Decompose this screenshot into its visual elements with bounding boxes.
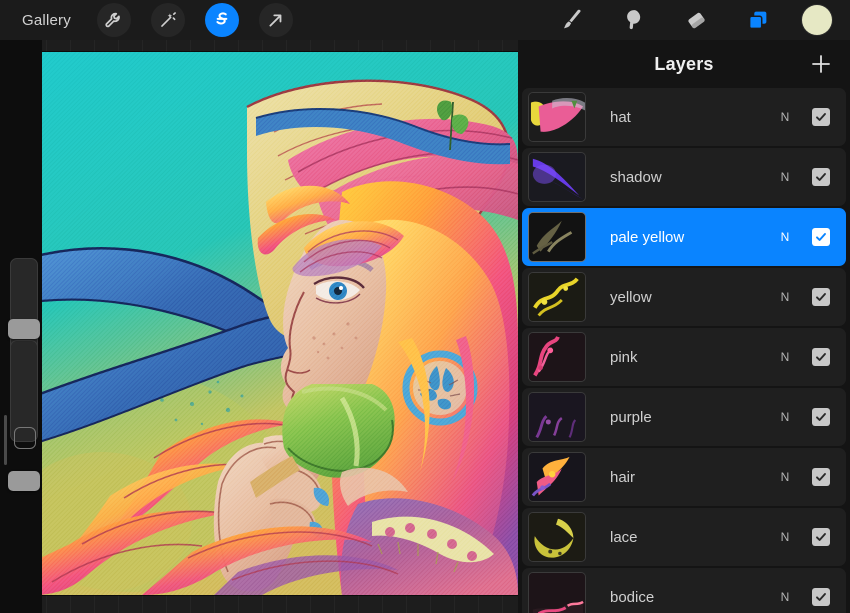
layer-blend-mode[interactable]: N: [772, 590, 798, 604]
layer-row-pink[interactable]: pink N: [522, 328, 846, 386]
sidebar-edge-tick: [4, 415, 7, 465]
actions-wrench-icon[interactable]: [96, 3, 131, 37]
left-sidebar: [0, 40, 42, 613]
selection-icon[interactable]: [204, 3, 239, 37]
layer-visibility-checkbox[interactable]: [812, 468, 830, 486]
layers-panel-title: Layers: [654, 53, 714, 74]
layer-visibility-checkbox[interactable]: [812, 588, 830, 606]
layer-thumbnail[interactable]: [528, 392, 586, 442]
layer-name[interactable]: shadow: [610, 169, 772, 186]
add-layer-button[interactable]: [806, 49, 836, 79]
layer-blend-mode[interactable]: N: [772, 170, 798, 184]
gallery-button[interactable]: Gallery: [22, 8, 81, 33]
brush-size-slider-thumb[interactable]: [8, 319, 40, 339]
layer-row-pale-yellow[interactable]: pale yellow N: [522, 208, 846, 266]
layer-thumbnail[interactable]: [528, 152, 586, 202]
canvas[interactable]: [42, 52, 518, 595]
layer-blend-mode[interactable]: N: [772, 470, 798, 484]
layer-name[interactable]: hat: [610, 109, 772, 126]
layer-visibility-checkbox[interactable]: [812, 348, 830, 366]
layer-row-hat[interactable]: hat N: [522, 88, 846, 146]
layer-thumbnail[interactable]: [528, 572, 586, 613]
layer-row-bodice[interactable]: bodice N: [522, 568, 846, 613]
toolbar-left-group: Gallery: [0, 3, 313, 37]
smudge-icon[interactable]: [614, 3, 654, 37]
layer-name[interactable]: pink: [610, 349, 772, 366]
artwork-illustration: [42, 52, 518, 595]
layer-visibility-checkbox[interactable]: [812, 408, 830, 426]
layer-name[interactable]: purple: [610, 409, 772, 426]
layer-visibility-checkbox[interactable]: [812, 528, 830, 546]
brush-opacity-slider-thumb[interactable]: [8, 471, 40, 491]
layer-visibility-checkbox[interactable]: [812, 228, 830, 246]
layer-blend-mode[interactable]: N: [772, 530, 798, 544]
layer-blend-mode[interactable]: N: [772, 350, 798, 364]
procreate-app: Gallery Layers hat N shadow N pale yello…: [0, 0, 850, 613]
layer-thumbnail[interactable]: [528, 272, 586, 322]
layer-row-yellow[interactable]: yellow N: [522, 268, 846, 326]
layer-name[interactable]: pale yellow: [610, 229, 772, 246]
layer-name[interactable]: bodice: [610, 589, 772, 606]
layer-row-purple[interactable]: purple N: [522, 388, 846, 446]
toolbar-right-group: [530, 3, 850, 37]
layer-row-lace[interactable]: lace N: [522, 508, 846, 566]
paint-brush-icon[interactable]: [552, 3, 592, 37]
layer-row-hair[interactable]: hair N: [522, 448, 846, 506]
layer-visibility-checkbox[interactable]: [812, 168, 830, 186]
layer-name[interactable]: yellow: [610, 289, 772, 306]
layer-thumbnail[interactable]: [528, 332, 586, 382]
eraser-icon[interactable]: [676, 3, 716, 37]
modify-square-button[interactable]: [14, 427, 36, 449]
layers-panel: Layers hat Nshadow Npale yellow Nyellow Npin…: [518, 40, 850, 613]
layer-name[interactable]: hair: [610, 469, 772, 486]
layer-blend-mode[interactable]: N: [772, 290, 798, 304]
layers-header: Layers: [518, 40, 850, 88]
layer-name[interactable]: lace: [610, 529, 772, 546]
layer-blend-mode[interactable]: N: [772, 230, 798, 244]
layer-thumbnail[interactable]: [528, 452, 586, 502]
adjustments-magic-wand-icon[interactable]: [150, 3, 185, 37]
top-toolbar: Gallery: [0, 0, 850, 40]
layer-row-shadow[interactable]: shadow N: [522, 148, 846, 206]
layers-list[interactable]: hat Nshadow Npale yellow Nyellow Npink Npurpl…: [518, 88, 850, 613]
layer-blend-mode[interactable]: N: [772, 110, 798, 124]
layer-visibility-checkbox[interactable]: [812, 108, 830, 126]
layer-blend-mode[interactable]: N: [772, 410, 798, 424]
layers-icon[interactable]: [738, 3, 778, 37]
transform-arrow-icon[interactable]: [258, 3, 293, 37]
layer-thumbnail[interactable]: [528, 212, 586, 262]
layer-thumbnail[interactable]: [528, 92, 586, 142]
color-swatch[interactable]: [802, 5, 832, 35]
layer-thumbnail[interactable]: [528, 512, 586, 562]
layer-visibility-checkbox[interactable]: [812, 288, 830, 306]
